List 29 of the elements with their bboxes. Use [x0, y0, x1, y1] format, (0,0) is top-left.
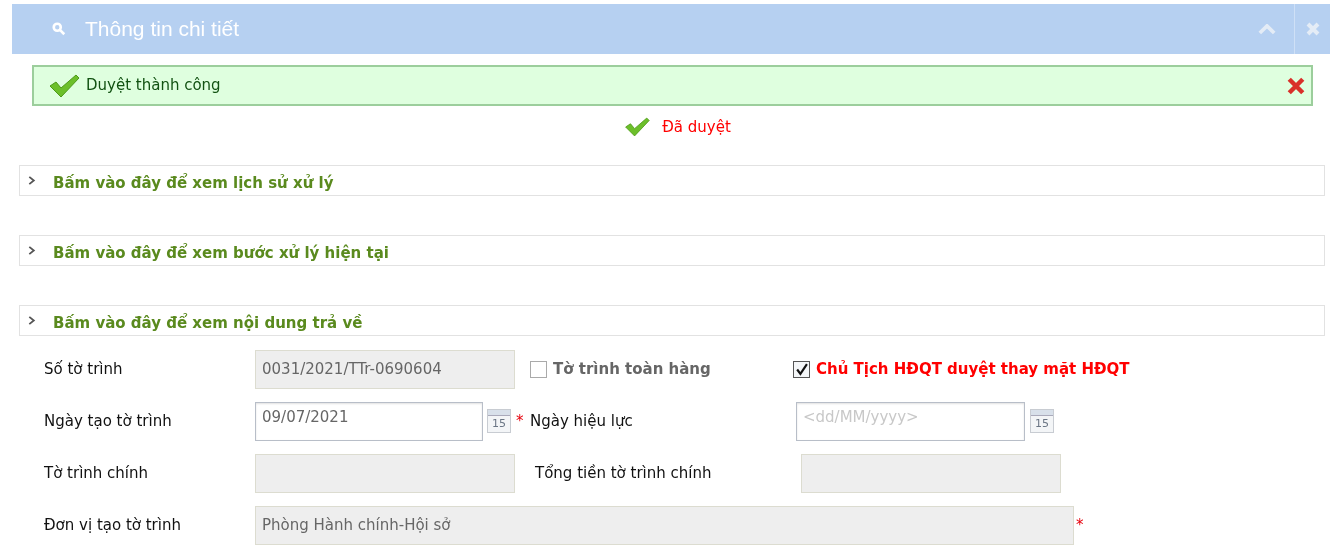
chevron-icon: [28, 316, 36, 325]
checkbox-label: Tờ trình toàn hàng: [553, 358, 711, 380]
approved-icon: [624, 117, 651, 137]
collapse-icon[interactable]: [1258, 23, 1276, 35]
calendar-icon[interactable]: 15: [487, 409, 511, 433]
field-label: Ngày hiệu lực: [530, 412, 633, 430]
accordion-header[interactable]: Bấm vào đây để xem bước xử lý hiện tại: [19, 235, 1325, 266]
field-label: Tờ trình chính: [44, 464, 149, 482]
window-title: Thông tin chi tiết: [85, 16, 240, 43]
checkbox[interactable]: [793, 360, 810, 378]
check-icon: [48, 73, 80, 98]
chevron-icon: [28, 176, 36, 185]
alert-message: Duyệt thành công: [86, 75, 221, 97]
field-label: Ngày tạo tờ trình: [44, 412, 172, 430]
search-icon: [52, 22, 66, 36]
calendar-icon[interactable]: 15: [1030, 409, 1054, 433]
input-field[interactable]: 09/07/2021: [255, 401, 483, 441]
close-icon[interactable]: [1287, 76, 1305, 95]
checkbox[interactable]: [530, 360, 547, 378]
status-text: Đã duyệt: [662, 116, 731, 138]
accordion-header[interactable]: Bấm vào đây để xem nội dung trả về: [19, 305, 1325, 336]
required-mark: *: [1076, 514, 1084, 536]
chevron-icon: [28, 246, 36, 255]
field-label: Đơn vị tạo tờ trình: [44, 516, 181, 534]
required-mark: *: [516, 412, 524, 430]
accordion-header[interactable]: Bấm vào đây để xem lịch sử xử lý: [19, 165, 1325, 196]
field-label: Tổng tiền tờ trình chính: [535, 464, 712, 482]
checkbox-label: Chủ Tịch HĐQT duyệt thay mặt HĐQT: [816, 358, 1130, 380]
field-label: Số tờ trình: [44, 360, 123, 378]
